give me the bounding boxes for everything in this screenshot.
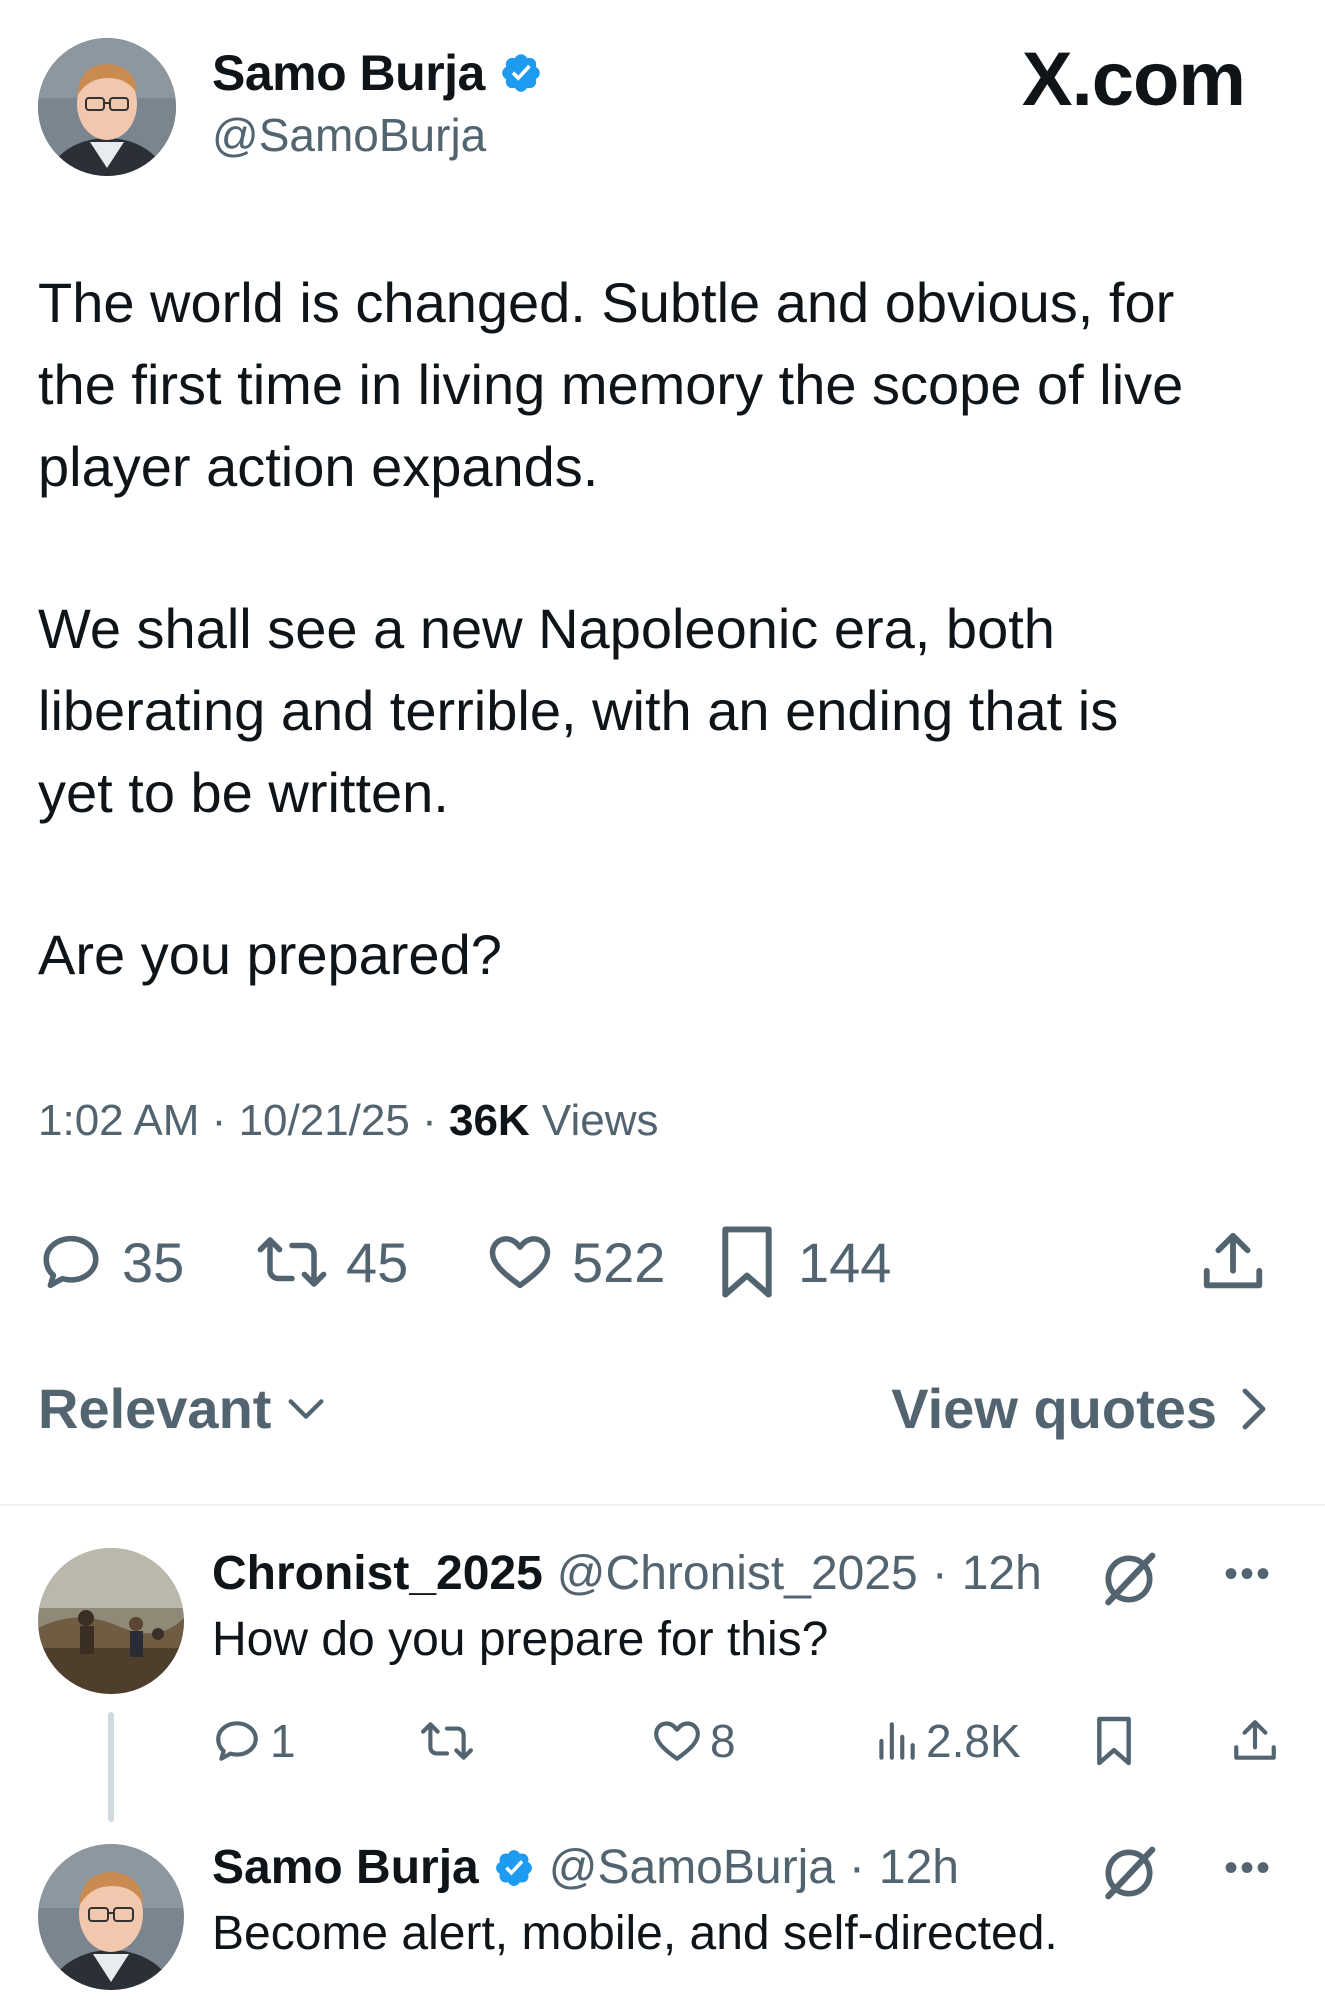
views-icon [879,1722,915,1760]
reply-avatar[interactable] [38,1548,184,1694]
verified-badge-icon [495,1849,532,1886]
reply-author-handle[interactable]: @Chronist_2025 [557,1546,918,1601]
sort-label: Relevant [38,1377,272,1440]
bookmark-icon [1097,1716,1131,1766]
share-icon [1234,1720,1276,1760]
view-quotes-label: View quotes [891,1377,1217,1440]
reply-header: Samo Burja @SamoBurja · 12h [212,1840,959,1895]
views-label: Views [541,1096,659,1145]
share-button[interactable] [1198,1214,1268,1310]
bookmark-count: 144 [798,1230,892,1294]
author-name-text[interactable]: Samo Burja [212,44,485,102]
grok-icon[interactable] [1098,1548,1160,1610]
like-icon [489,1236,551,1289]
chevron-down-icon [288,1398,324,1419]
reply-count: 35 [122,1230,185,1294]
chevron-right-icon [1242,1388,1266,1429]
reply-views-button[interactable]: 2.8K [874,1706,1021,1776]
reply-share-button[interactable] [1230,1706,1280,1776]
author-avatar[interactable] [38,38,176,176]
reply-separator: · [931,1547,948,1600]
like-icon [654,1721,700,1761]
repost-button[interactable]: 45 [256,1214,408,1310]
bookmark-button[interactable]: 144 [714,1214,891,1310]
reply-like-count: 8 [710,1715,736,1767]
reply-reply-count: 1 [270,1715,296,1767]
reply-reply-button[interactable]: 1 [212,1706,296,1776]
reply-author-handle[interactable]: @SamoBurja [549,1840,835,1895]
thread-connector [108,1712,114,1822]
author-handle[interactable]: @SamoBurja [212,108,486,162]
reply-avatar[interactable] [38,1844,184,1990]
meta-separator: · [211,1096,227,1145]
repost-count: 45 [346,1230,409,1294]
tweet-meta: 1:02 AM · 10/21/25 · 36K Views [38,1096,659,1146]
grok-icon[interactable] [1098,1842,1160,1904]
reply-action-bar: 1 8 2.8K [212,1706,1292,1776]
reply-icon [43,1235,99,1289]
like-button[interactable]: 522 [486,1214,665,1310]
tweet-text: The world is changed. Subtle and obvious… [38,262,1288,996]
sort-dropdown[interactable]: Relevant [38,1376,329,1441]
reply-bookmark-button[interactable] [1092,1706,1136,1776]
reply-button[interactable]: 35 [38,1214,184,1310]
action-bar: 35 45 522 144 [38,1214,1288,1310]
tweet-time[interactable]: 1:02 AM [38,1096,199,1145]
view-quotes-link[interactable]: View quotes [891,1376,1273,1441]
share-icon [1203,1232,1263,1289]
tweet-paragraph: Are you prepared? [38,923,502,986]
reply-text: How do you prepare for this? [212,1613,829,1666]
reply-separator: · [848,1841,865,1894]
repost-icon [257,1237,327,1287]
reply-views-count: 2.8K [926,1715,1021,1767]
reply-repost-button[interactable] [420,1706,474,1776]
reply-like-button[interactable]: 8 [652,1706,736,1776]
tweet-date[interactable]: 10/21/25 [239,1096,410,1145]
more-icon[interactable]: ••• [1224,1552,1272,1597]
reply-author-name[interactable]: Chronist_2025 [212,1546,543,1601]
reply-text: Become alert, mobile, and self-directed. [212,1907,1058,1960]
verified-badge-icon [502,54,540,92]
like-count: 522 [572,1230,666,1294]
brand-logo: X.com [1021,37,1246,122]
reply-time[interactable]: 12h [962,1546,1042,1601]
meta-separator: · [422,1096,437,1145]
tweet-paragraph: The world is changed. Subtle and obvious… [38,271,1184,498]
repost-icon [421,1722,473,1760]
more-icon[interactable]: ••• [1224,1846,1272,1891]
divider [0,1504,1325,1506]
reply-author-name[interactable]: Samo Burja [212,1840,479,1895]
views-count: 36K [448,1096,530,1145]
reply-header: Chronist_2025 @Chronist_2025 · 12h [212,1546,1042,1601]
tweet-paragraph: We shall see a new Napoleonic era, both … [38,597,1119,824]
reply-time[interactable]: 12h [879,1840,959,1895]
reply-icon [216,1721,258,1761]
bookmark-icon [722,1226,772,1298]
author-name[interactable]: Samo Burja [212,44,543,102]
